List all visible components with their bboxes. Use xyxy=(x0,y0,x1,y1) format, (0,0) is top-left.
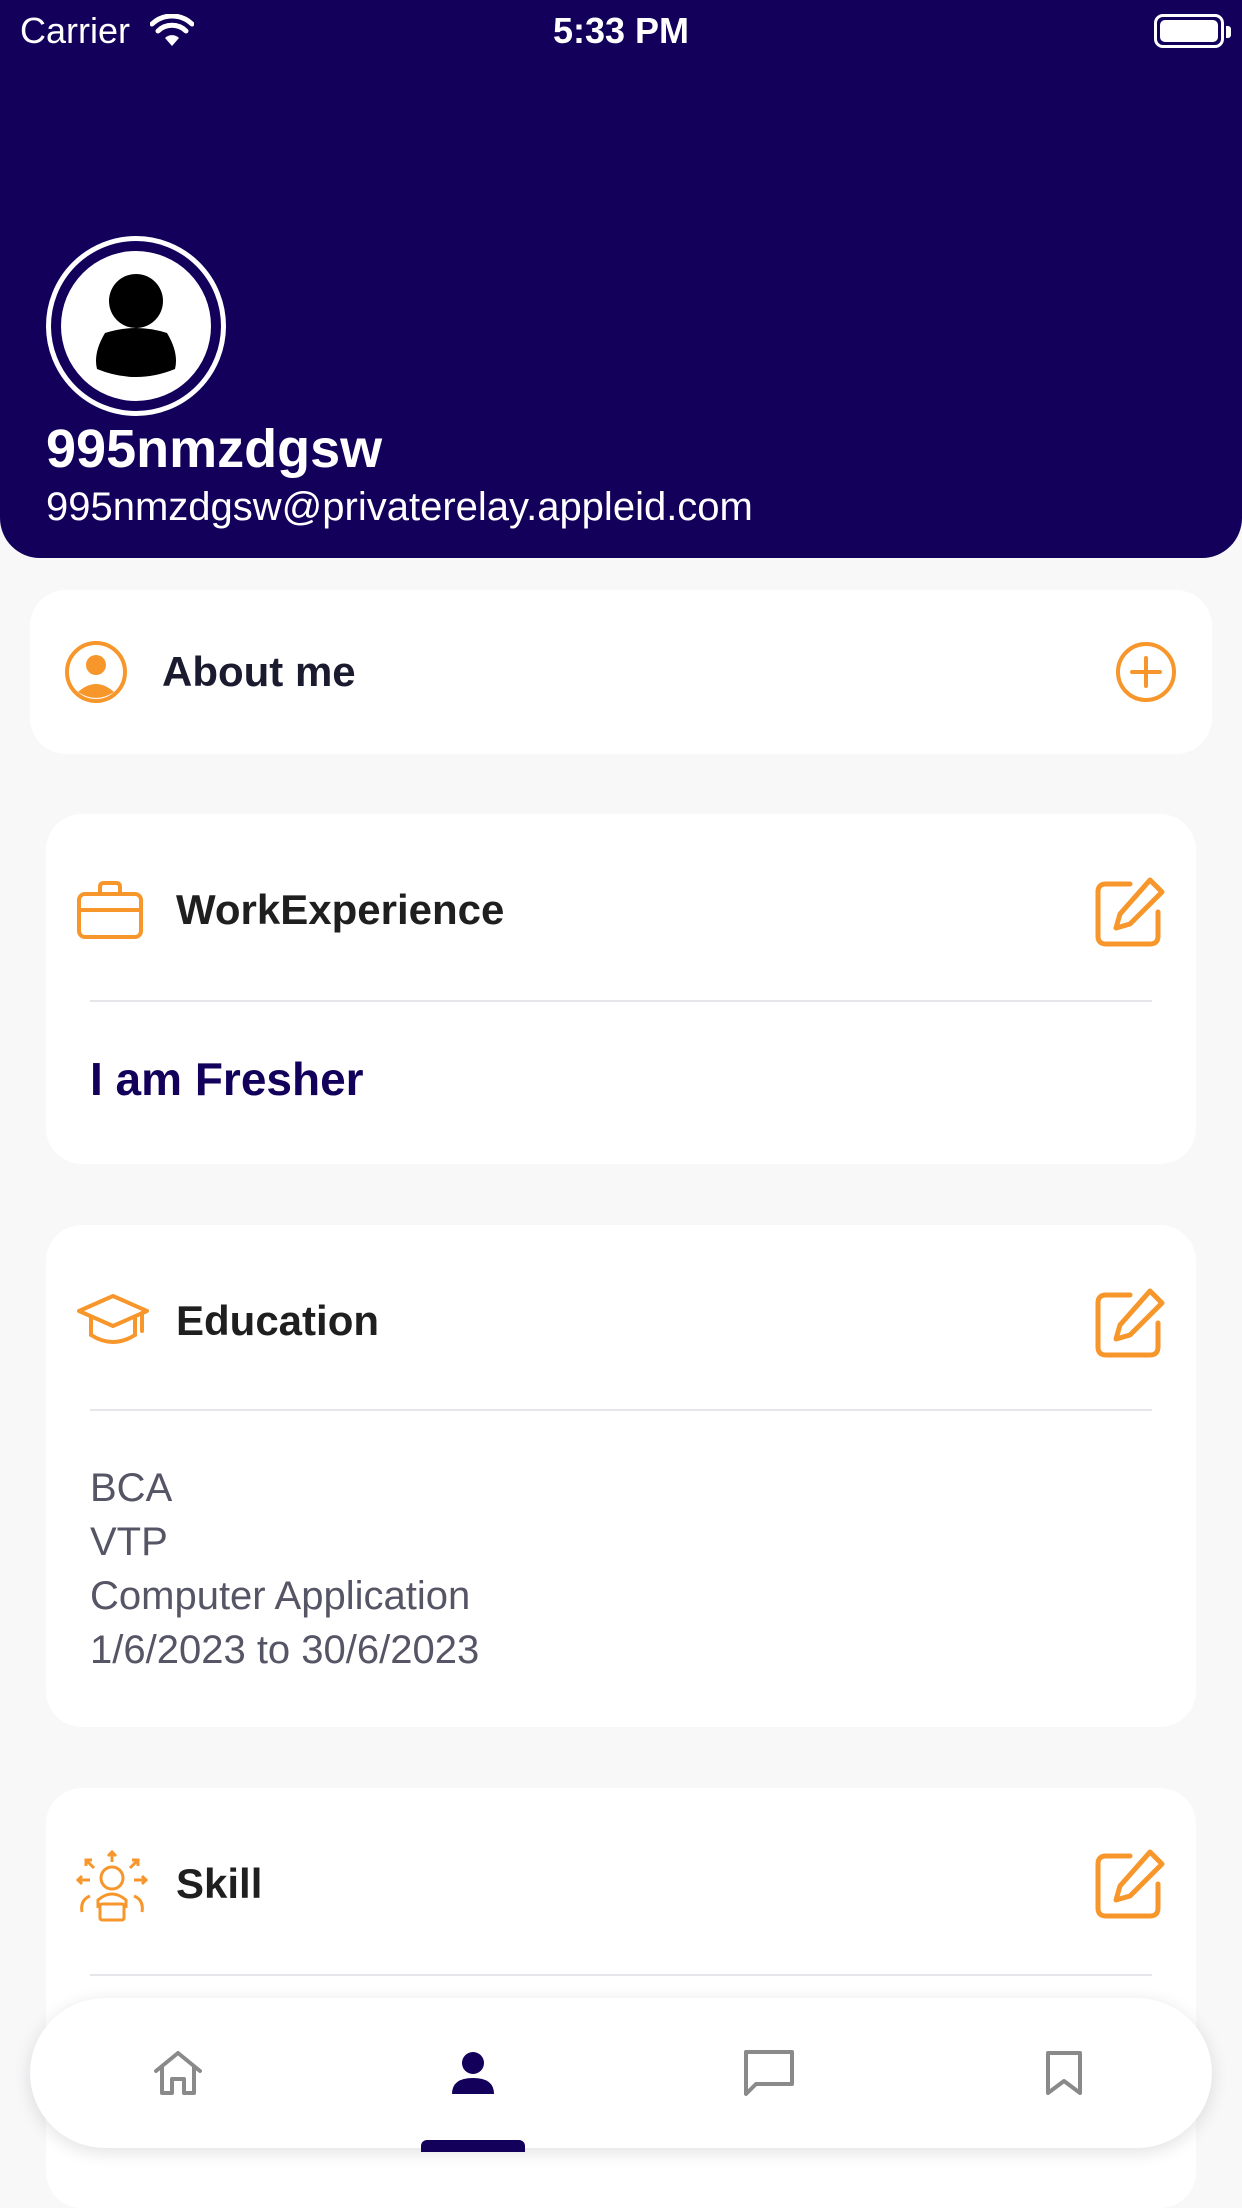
edit-work-experience-button[interactable] xyxy=(1092,876,1166,955)
chat-icon xyxy=(744,2050,794,2096)
battery-icon xyxy=(1154,14,1231,48)
graduation-cap-icon xyxy=(76,1293,150,1354)
bottom-navigation xyxy=(30,1998,1212,2152)
education-title: Education xyxy=(176,1297,380,1344)
status-bar: Carrier 5:33 PM xyxy=(0,0,1242,64)
nav-profile[interactable] xyxy=(440,2040,506,2106)
work-experience-title: WorkExperience xyxy=(176,886,505,933)
nav-home[interactable] xyxy=(145,2040,211,2106)
education-institute: VTP xyxy=(90,1520,168,1564)
education-card: Education BCA VTP Computer Application 1… xyxy=(46,1225,1196,1727)
profile-username: 995nmzdgsw xyxy=(46,419,383,479)
skill-title: Skill xyxy=(176,1860,263,1907)
education-degree: BCA xyxy=(90,1466,173,1510)
edit-skill-button[interactable] xyxy=(1092,1848,1166,1927)
education-dates: 1/6/2023 to 30/6/2023 xyxy=(90,1628,480,1672)
divider xyxy=(90,1974,1152,1976)
add-about-button[interactable] xyxy=(1114,640,1178,709)
edit-education-button[interactable] xyxy=(1092,1287,1166,1366)
edit-icon xyxy=(1095,1288,1165,1358)
work-experience-card: WorkExperience I am Fresher xyxy=(46,814,1196,1164)
user-circle-icon xyxy=(64,640,128,709)
profile-header: Carrier 5:33 PM 995nmzdgsw 995nmzdgsw@pr… xyxy=(0,0,1242,558)
avatar[interactable] xyxy=(46,236,226,416)
bookmark-icon xyxy=(1046,2051,1082,2095)
work-experience-value: I am Fresher xyxy=(90,1053,364,1105)
clock: 5:33 PM xyxy=(552,10,690,51)
user-silhouette-icon xyxy=(96,274,176,377)
about-me-title: About me xyxy=(162,648,356,695)
edit-icon xyxy=(1095,877,1165,947)
education-field: Computer Application xyxy=(90,1574,471,1618)
active-tab-indicator xyxy=(421,2140,525,2152)
nav-chat[interactable] xyxy=(736,2040,802,2106)
skill-person-icon xyxy=(75,1848,149,1927)
divider xyxy=(90,1000,1152,1002)
divider xyxy=(90,1409,1152,1411)
edit-icon xyxy=(1095,1849,1165,1919)
home-icon xyxy=(154,2051,202,2095)
about-me-card[interactable]: About me xyxy=(30,590,1212,754)
profile-icon xyxy=(452,2052,494,2094)
plus-circle-icon xyxy=(1116,642,1176,702)
profile-email: 995nmzdgsw@privaterelay.appleid.com xyxy=(46,485,753,529)
education-details: BCA VTP Computer Application 1/6/2023 to… xyxy=(90,1461,479,1677)
nav-bookmark[interactable] xyxy=(1031,2040,1097,2106)
briefcase-icon xyxy=(76,880,144,945)
